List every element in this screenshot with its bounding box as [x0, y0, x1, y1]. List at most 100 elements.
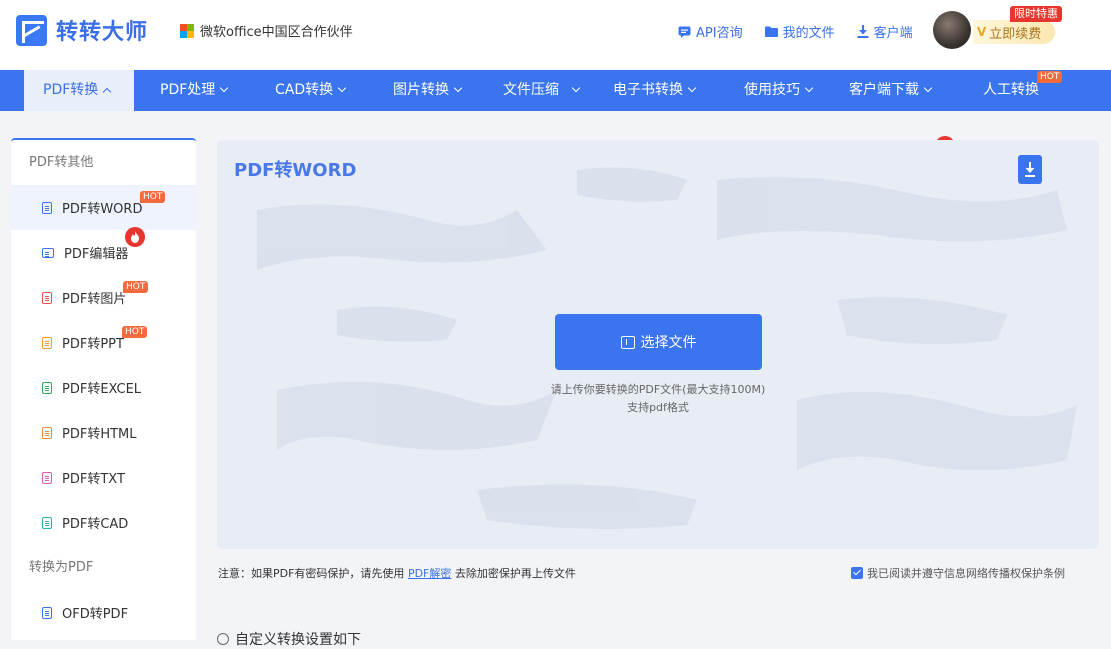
api-consult-label: API咨询	[696, 26, 743, 41]
sidebar-item-pdf-to-txt[interactable]: PDF转TXT	[11, 455, 196, 500]
api-consult-link[interactable]: API咨询	[678, 22, 743, 41]
sidebar: PDF转其他 PDF转WORD HOT PDF编辑器 PDF转图片 HOT PD…	[11, 138, 196, 640]
nav-client-download[interactable]: 客户端下载	[849, 70, 933, 111]
sidebar-item-ofd-to-pdf[interactable]: OFD转PDF	[11, 590, 196, 635]
note-prefix: 注意：如果PDF有密码保护，请先使用	[218, 567, 405, 580]
ppt-file-icon	[42, 336, 52, 349]
renew-button[interactable]: V 立即续费	[973, 20, 1055, 44]
nav-image-convert[interactable]: 图片转换	[393, 70, 463, 111]
promo-badge: 限时特惠	[1010, 6, 1062, 22]
sidebar-item-label: PDF编辑器	[64, 247, 129, 262]
nav-label: 客户端下载	[849, 82, 919, 98]
chevron-down-icon	[923, 83, 933, 93]
custom-settings-header[interactable]: 自定义转换设置如下	[217, 629, 361, 649]
excel-file-icon	[42, 381, 52, 394]
sidebar-group-to-pdf: 转换为PDF	[29, 560, 94, 575]
upload-file-icon	[620, 335, 635, 349]
nav-label: PDF处理	[160, 82, 216, 98]
vip-icon: V	[977, 25, 987, 39]
gear-icon	[217, 633, 229, 645]
sidebar-item-pdf-to-image[interactable]: PDF转图片 HOT	[11, 275, 196, 320]
nav-ebook-convert[interactable]: 电子书转换	[613, 70, 697, 111]
sidebar-item-label: PDF转CAD	[62, 517, 129, 532]
microsoft-logo-icon	[180, 23, 194, 38]
main-nav: PDF转换 PDF处理 CAD转换 图片转换 文件压缩 电子书转换 使用技巧 客…	[0, 70, 1111, 156]
header-links: API咨询 我的文件 客户端	[678, 22, 935, 41]
renew-label: 立即续费	[989, 26, 1042, 42]
hot-badge: HOT	[122, 326, 148, 338]
chat-icon	[678, 26, 691, 38]
nav-label: 人工转换	[983, 82, 1039, 98]
agree-text: 我已阅读并遵守信息网络传播权保护条例	[867, 567, 1065, 580]
format-hint: 支持pdf格式	[627, 401, 689, 414]
brand-name: 转转大师	[56, 20, 149, 45]
fire-icon	[125, 227, 145, 247]
nav-compress[interactable]: 文件压缩	[503, 70, 581, 111]
agreement[interactable]: 我已阅读并遵守信息网络传播权保护条例	[851, 565, 1065, 581]
note-suffix: 去除加密保护再上传文件	[454, 567, 576, 580]
txt-file-icon	[42, 471, 52, 484]
hot-badge: HOT	[123, 281, 149, 293]
sidebar-item-pdf-to-excel[interactable]: PDF转EXCEL	[11, 365, 196, 410]
sidebar-item-pdf-to-cad[interactable]: PDF转CAD	[11, 500, 196, 545]
chevron-down-icon	[687, 83, 697, 93]
page-title: PDF转WORD	[234, 160, 357, 181]
nav-label: PDF转换	[43, 82, 99, 98]
my-files-link[interactable]: 我的文件	[764, 22, 835, 41]
sidebar-item-label: OFD转PDF	[62, 607, 129, 622]
client-link[interactable]: 客户端	[857, 22, 913, 41]
ofd-file-icon	[42, 606, 52, 619]
sidebar-item-label: PDF转WORD	[62, 202, 143, 217]
word-file-icon	[42, 201, 52, 214]
nav-manual-convert[interactable]: 人工转换	[983, 70, 1039, 111]
folder-icon	[764, 26, 778, 37]
chevron-down-icon	[337, 83, 347, 93]
nav-cad-convert[interactable]: CAD转换	[275, 70, 347, 111]
logo-mark-icon	[16, 14, 47, 46]
sidebar-item-label: PDF转TXT	[62, 472, 125, 487]
sidebar-item-label: PDF转EXCEL	[62, 382, 142, 397]
nav-pdf-convert[interactable]: PDF转换	[24, 70, 134, 111]
top-header: 转转大师 微软office中国区合作伙伴 API咨询 我的文件 客户端 V 立即…	[0, 0, 1111, 70]
sidebar-item-pdf-editor[interactable]: PDF编辑器	[11, 227, 196, 275]
pdf-decrypt-link[interactable]: PDF解密	[408, 567, 451, 580]
nav-label: CAD转换	[275, 82, 334, 98]
select-file-label: 选择文件	[640, 335, 697, 351]
chevron-down-icon	[571, 83, 581, 93]
download-doc-icon[interactable]	[1018, 155, 1042, 184]
sidebar-item-pdf-to-html[interactable]: PDF转HTML	[11, 410, 196, 455]
chevron-down-icon	[453, 83, 463, 93]
partner-badge: 微软office中国区合作伙伴	[180, 21, 353, 40]
monitor-icon	[42, 247, 54, 258]
upload-panel[interactable]: PDF转WORD 选择文件 请上传你要转换的PDF文件(最大支持100M) 支持…	[217, 140, 1099, 549]
chevron-down-icon	[220, 83, 229, 93]
brand-logo[interactable]: 转转大师	[16, 14, 148, 46]
html-file-icon	[42, 426, 52, 439]
hot-badge: HOT	[1037, 71, 1063, 83]
custom-settings-label: 自定义转换设置如下	[235, 632, 361, 648]
sidebar-item-label: PDF转图片	[62, 292, 127, 307]
my-files-label: 我的文件	[782, 26, 835, 41]
nav-label: 电子书转换	[613, 82, 683, 98]
password-note: 注意：如果PDF有密码保护，请先使用 PDF解密 去除加密保护再上传文件	[218, 565, 576, 581]
cad-file-icon	[42, 516, 52, 529]
chevron-up-icon	[103, 87, 112, 97]
nav-label: 使用技巧	[744, 82, 800, 98]
sidebar-item-label: PDF转HTML	[62, 427, 137, 442]
hot-badge: HOT	[140, 191, 166, 203]
client-label: 客户端	[873, 26, 913, 41]
agree-checkbox[interactable]	[851, 567, 863, 579]
image-file-icon	[42, 291, 52, 304]
nav-label: 文件压缩	[503, 82, 559, 98]
sidebar-item-pdf-to-word[interactable]: PDF转WORD HOT	[11, 185, 196, 230]
nav-pdf-process[interactable]: PDF处理	[160, 70, 229, 111]
nav-tips[interactable]: 使用技巧	[744, 70, 814, 111]
sidebar-group-pdf-to-other: PDF转其他	[29, 155, 94, 170]
sidebar-item-pdf-to-ppt[interactable]: PDF转PPT HOT	[11, 320, 196, 365]
select-file-button[interactable]: 选择文件	[555, 314, 762, 370]
upload-hint: 请上传你要转换的PDF文件(最大支持100M)	[550, 383, 766, 396]
download-icon	[857, 25, 869, 38]
partner-text: 微软office中国区合作伙伴	[200, 25, 353, 40]
chevron-down-icon	[804, 83, 814, 93]
user-avatar[interactable]	[933, 11, 971, 49]
